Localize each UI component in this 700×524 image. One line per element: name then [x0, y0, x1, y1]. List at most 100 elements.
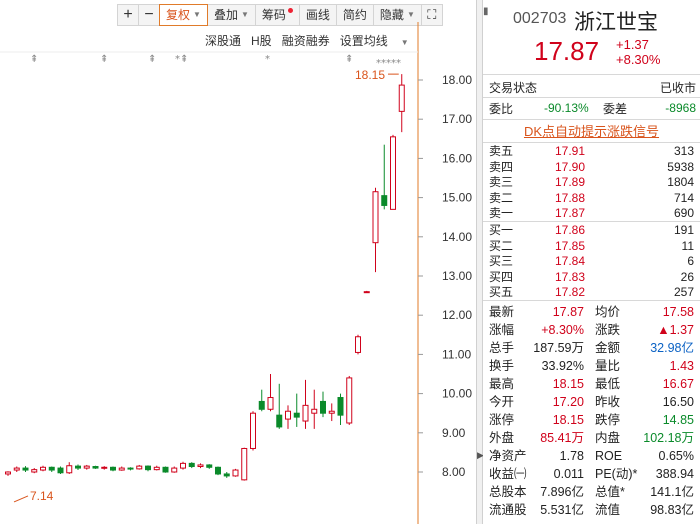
candle-body	[311, 408, 318, 414]
sells-level-4[interactable]: 卖二 17.88 714	[489, 191, 694, 206]
stat-value: 85.41万	[540, 431, 584, 445]
candle-body	[215, 466, 221, 475]
stat-value: 17.87	[552, 305, 584, 319]
sells-level-5[interactable]: 卖一 17.87 690	[489, 206, 694, 221]
dk-signal-link[interactable]: DK点自动提示涨跌信号	[483, 121, 700, 140]
buys-level-1[interactable]: 买一 17.86 191	[489, 223, 694, 238]
candle-body	[328, 410, 335, 414]
candle-body	[127, 467, 134, 470]
y-axis-label: 8.00	[442, 465, 466, 479]
stat-value: 17.58	[662, 305, 694, 319]
stats-row: 流通股 5.531亿 流值 98.83亿	[489, 503, 694, 518]
stats-row: 涨停 18.15 跌停 14.85	[489, 413, 694, 428]
kline-chart-area[interactable]: + − 复权 ▼ 叠加 ▼ 筹码 画线 简约 隐藏 ▼ ⛶ 深股通 H股 融资融券 设…	[0, 0, 476, 524]
level-label: 卖一	[489, 206, 514, 220]
stat-value: 14.85	[662, 413, 694, 427]
stat-label: 跌停	[595, 413, 621, 427]
stat-label: 均价	[595, 305, 621, 319]
candle-body	[232, 469, 239, 477]
stat-label: 金额	[595, 341, 621, 355]
sells-level-1[interactable]: 卖五 17.91 313	[489, 144, 694, 159]
sells-level-2[interactable]: 卖四 17.90 5938	[489, 160, 694, 175]
stat-label: ROE	[595, 449, 623, 463]
stat-label: 涨停	[489, 413, 515, 427]
low-price-annotation: 7.14	[30, 489, 54, 503]
level-volume: 11	[681, 238, 694, 253]
candle-body	[390, 136, 396, 210]
level-label: 买二	[489, 238, 514, 253]
candle-body	[188, 462, 195, 468]
panel-divider[interactable]	[476, 0, 483, 524]
candle-body	[162, 466, 169, 473]
candle-body	[136, 465, 143, 470]
sells-level-3[interactable]: 卖三 17.89 1804	[489, 175, 694, 190]
buys-level-4[interactable]: 买四 17.83 26	[489, 270, 694, 285]
buys-level-5[interactable]: 买五 17.82 257	[489, 285, 694, 300]
stat-value: ▲1.37	[657, 323, 694, 337]
candle-body	[171, 467, 178, 473]
level-label: 买一	[489, 223, 514, 237]
candle-body	[320, 400, 326, 414]
event-marker: ⇞	[30, 54, 38, 65]
stat-value: 0.65%	[658, 449, 694, 463]
stat-label: 流通股	[489, 503, 527, 517]
event-marker: ⇞	[148, 54, 156, 65]
stat-label: 净资产	[489, 449, 527, 463]
stat-label: 总值*	[595, 485, 625, 499]
candle-body	[276, 414, 283, 428]
y-axis-label: 17.00	[442, 112, 472, 126]
price-change-pct: +8.30%	[616, 52, 661, 67]
level-volume: 191	[673, 223, 694, 237]
stat-value: 102.18万	[643, 431, 694, 445]
stat-value: 18.15	[552, 377, 584, 391]
candle-body	[22, 467, 29, 471]
stat-value: 1.43	[669, 359, 694, 373]
stats-row: 总股本 7.896亿 总值* 141.1亿	[489, 485, 694, 500]
level-price: 17.87	[555, 206, 586, 220]
level-volume: 714	[673, 190, 694, 205]
candle-body	[337, 397, 344, 416]
stat-value: 16.67	[662, 377, 694, 391]
stat-value: 17.20	[552, 395, 584, 409]
buys-level-3[interactable]: 买三 17.84 6	[489, 254, 694, 269]
level-price: 17.91	[555, 144, 586, 158]
panel-scrollbar[interactable]: ▮	[483, 6, 489, 17]
level-volume: 1804	[667, 175, 694, 189]
level-volume: 690	[673, 206, 694, 220]
y-axis-label: 13.00	[442, 269, 472, 283]
quote-panel: ▮ 002703 浙江世宝 17.87 +1.37 +8.30% 交易状态 已收…	[483, 0, 700, 524]
stats-row: 今开 17.20 昨收 16.50	[489, 395, 694, 410]
stat-value: 33.92%	[541, 359, 584, 373]
stats-row: 换手 33.92% 量比 1.43	[489, 359, 694, 374]
stat-value: 16.50	[662, 395, 694, 409]
level-label: 买四	[489, 269, 514, 284]
level-price: 17.88	[555, 190, 586, 205]
level-volume: 26	[680, 269, 694, 284]
stat-value: 32.98亿	[650, 341, 694, 355]
candle-body	[83, 465, 90, 469]
buys-level-2[interactable]: 买二 17.85 11	[489, 239, 694, 254]
fuquan-dropdown[interactable]: 复权 ▼	[159, 4, 208, 26]
candle-body	[293, 412, 300, 418]
stats-row: 总手 187.59万 金额 32.98亿	[489, 341, 694, 356]
candle-body	[48, 466, 55, 471]
candle-body	[285, 410, 291, 420]
y-axis-label: 16.00	[442, 151, 472, 165]
candle-body	[355, 336, 361, 353]
candle-body	[180, 462, 186, 469]
current-price: 17.87	[534, 36, 600, 66]
candle-body	[302, 404, 309, 422]
event-marker: *	[265, 54, 270, 65]
stat-label: 外盘	[489, 431, 515, 445]
candle-body	[145, 465, 151, 471]
candle-body	[66, 465, 73, 474]
candle-body	[13, 467, 20, 471]
level-volume: 5938	[667, 159, 694, 174]
stat-label: 最高	[489, 377, 515, 391]
candle-body	[92, 466, 99, 469]
level-volume: 6	[687, 254, 694, 268]
event-marker: ⇞	[100, 54, 108, 65]
stats-row: 最新 17.87 均价 17.58	[489, 305, 694, 320]
high-price-annotation: 18.15	[355, 68, 385, 82]
stat-label: 总股本	[489, 485, 527, 499]
